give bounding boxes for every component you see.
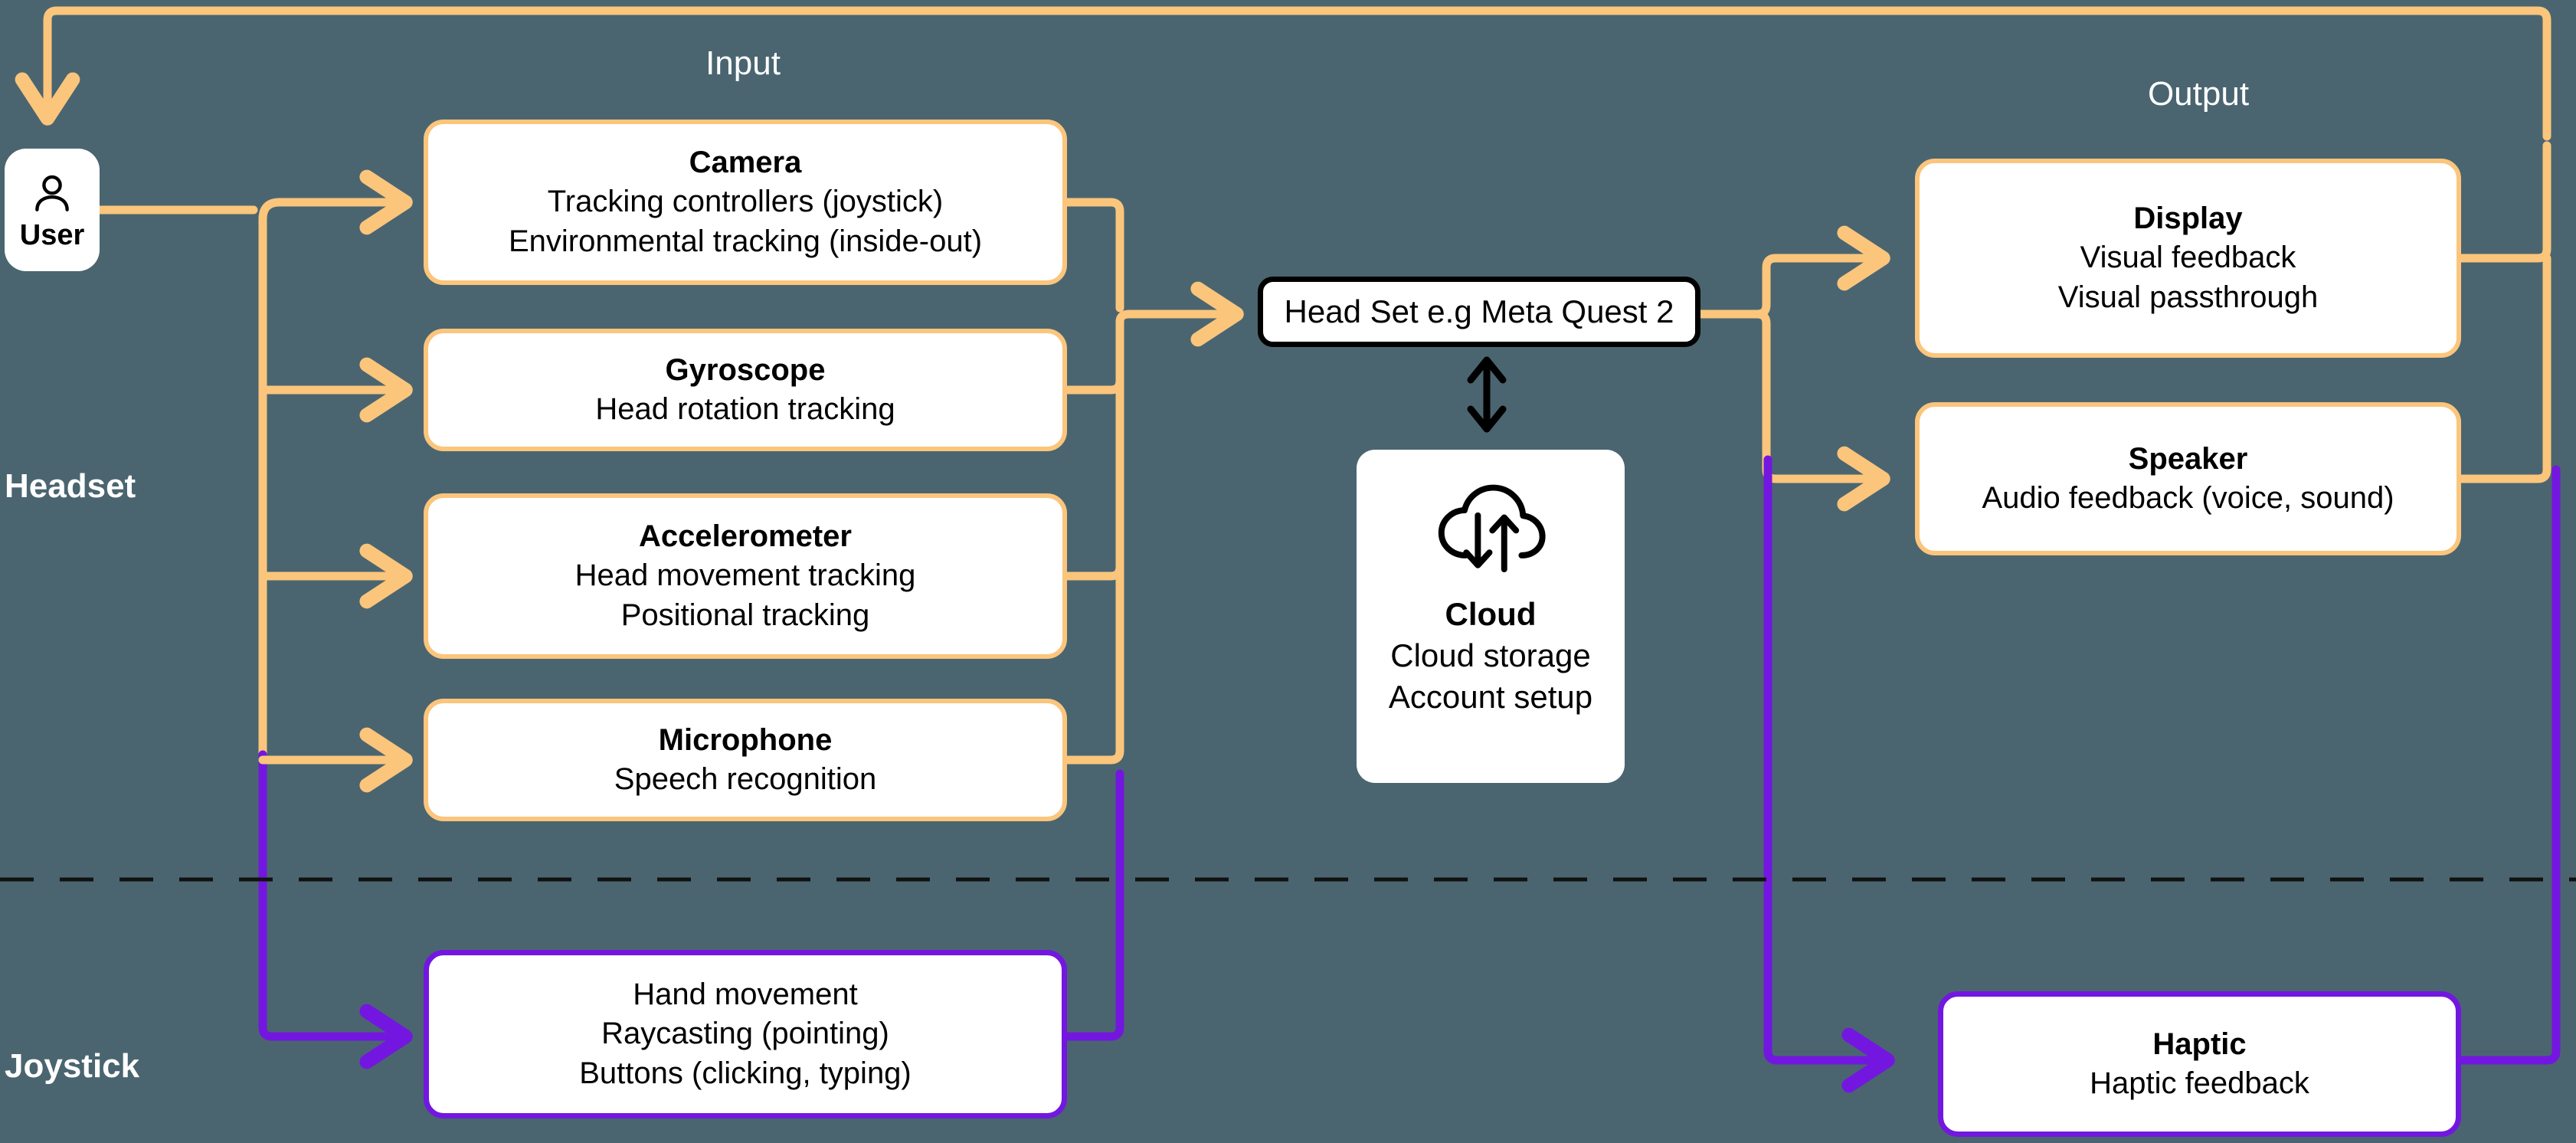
- speaker-node[interactable]: Speaker Audio feedback (voice, sound): [1915, 402, 2461, 555]
- camera-title: Camera: [689, 146, 802, 180]
- microphone-node[interactable]: Microphone Speech recognition: [424, 699, 1067, 821]
- cloud-sync-icon: [1426, 482, 1555, 586]
- wire-haptic-to-bus: [2457, 465, 2561, 1065]
- joystick-group-label: Joystick: [5, 1047, 140, 1085]
- speaker-title: Speaker: [2128, 441, 2248, 476]
- gyroscope-title: Gyroscope: [665, 352, 826, 387]
- wire-speaker-to-bus: [2457, 254, 2551, 483]
- user-label: User: [19, 219, 85, 251]
- wire-camera-to-collector: [1062, 198, 1124, 313]
- accelerometer-line-2: Positional tracking: [620, 598, 870, 632]
- wire-accelerometer-to-collector: [1062, 317, 1124, 581]
- microphone-title: Microphone: [658, 722, 833, 757]
- cloud-title: Cloud: [1445, 596, 1537, 632]
- wire-trunk-to-camera: [258, 169, 413, 235]
- wire-microphone-to-collector: [1062, 317, 1124, 765]
- headset-group-label: Headset: [5, 467, 136, 505]
- wire-headset-to-display: [1753, 225, 1890, 319]
- cloud-node[interactable]: Cloud Cloud storage Account setup: [1357, 450, 1625, 783]
- diagram-canvas: Input Output Headset Joystick User Camer…: [0, 0, 2576, 1143]
- headset-label: Head Set e.g Meta Quest 2: [1284, 293, 1674, 330]
- wire-to-haptic: [1763, 455, 1895, 1093]
- wire-display-to-bus: [2457, 141, 2551, 263]
- joystick-line-3: Buttons (clicking, typing): [579, 1056, 912, 1090]
- display-line-2: Visual passthrough: [2057, 280, 2319, 314]
- output-section-title: Output: [2147, 75, 2250, 113]
- haptic-node[interactable]: Haptic Haptic feedback: [1938, 991, 2461, 1137]
- gyroscope-line-1: Head rotation tracking: [595, 392, 895, 426]
- arrow-head-up: [1467, 356, 1507, 384]
- joystick-line-2: Raycasting (pointing): [601, 1017, 889, 1051]
- arrow-head-down: [1467, 405, 1507, 433]
- joystick-input-node[interactable]: Hand movement Raycasting (pointing) Butt…: [424, 950, 1067, 1118]
- accelerometer-node[interactable]: Accelerometer Head movement tracking Pos…: [424, 493, 1067, 659]
- wire-joystick-to-collector: [1062, 769, 1124, 1041]
- display-line-1: Visual feedback: [2080, 241, 2296, 275]
- camera-line-1: Tracking controllers (joystick): [547, 185, 944, 219]
- display-title: Display: [2133, 201, 2243, 236]
- wire-left-trunk-purple: [258, 750, 413, 1069]
- haptic-title: Haptic: [2152, 1027, 2247, 1061]
- gyroscope-node[interactable]: Gyroscope Head rotation tracking: [424, 329, 1067, 451]
- accelerometer-title: Accelerometer: [639, 519, 852, 554]
- display-node[interactable]: Display Visual feedback Visual passthrou…: [1915, 159, 2461, 358]
- joystick-line-1: Hand movement: [633, 978, 858, 1012]
- wire-gyroscope-to-collector: [1062, 317, 1124, 395]
- wire-collector-to-headset: [1115, 281, 1244, 347]
- wire-feedback-to-user: [15, 6, 2551, 141]
- input-section-title: Input: [705, 44, 781, 82]
- haptic-line-1: Haptic feedback: [2090, 1066, 2309, 1100]
- cloud-line-1: Cloud storage: [1390, 637, 1591, 673]
- headset-node[interactable]: Head Set e.g Meta Quest 2: [1258, 277, 1700, 347]
- person-icon: [28, 170, 76, 218]
- microphone-line-1: Speech recognition: [614, 762, 877, 796]
- camera-node[interactable]: Camera Tracking controllers (joystick) E…: [424, 120, 1067, 285]
- user-node[interactable]: User: [5, 149, 100, 271]
- wire-headset-to-speaker: [1753, 309, 1890, 512]
- cloud-line-2: Account setup: [1388, 678, 1593, 715]
- accelerometer-line-1: Head movement tracking: [574, 558, 916, 593]
- camera-line-2: Environmental tracking (inside-out): [508, 224, 983, 258]
- speaker-line-1: Audio feedback (voice, sound): [1982, 481, 2394, 515]
